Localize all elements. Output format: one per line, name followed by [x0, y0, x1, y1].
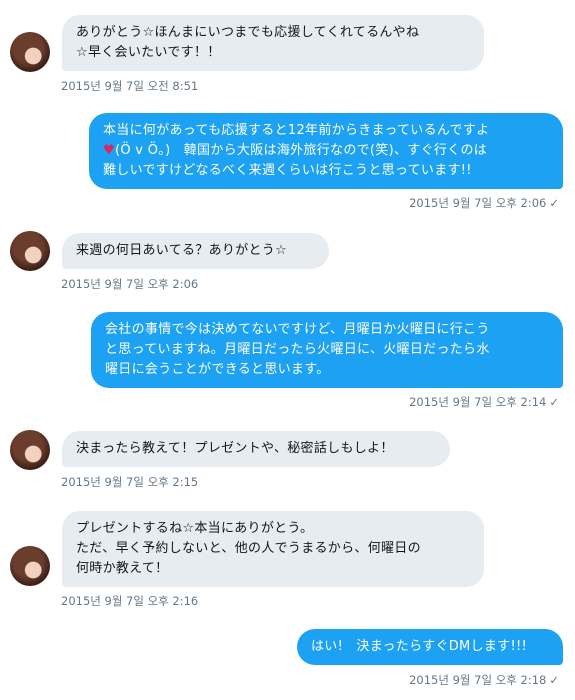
message-bubble-incoming: 決まったら教えて！プレゼントや、秘密話しもしよ！ — [62, 431, 450, 467]
message-bubble-incoming: プレゼントするね☆本当にありがとう。 ただ、早く予約しないと、他の人でうまるから… — [62, 511, 484, 587]
message-bubble-outgoing: 本当に何があっても応援すると12年前からきまっているんですよ ♥(Ö v Ö。)… — [89, 113, 563, 189]
avatar[interactable] — [10, 546, 50, 586]
heart-icon: ♥ — [103, 143, 115, 158]
message-bubble-outgoing: はい! 決まったらすぐDMします!!! — [297, 629, 563, 665]
message-bubble-incoming: ありがとう☆ほんまにいつまでも応援してくれてるんやね ☆早く会いたいです！！ — [62, 15, 484, 71]
message-bubble-incoming: 来週の何日あいてる？ありがとう☆ — [62, 233, 329, 269]
avatar[interactable] — [10, 32, 50, 72]
message-timestamp: 2015년 9월 7일 오후 2:06 — [61, 277, 199, 291]
message-timestamp: 2015년 9월 7일 오전 8:51 — [61, 79, 199, 93]
message-timestamp: 2015년 9월 7일 오후 2:06 ✓ — [409, 195, 559, 211]
message-timestamp: 2015년 9월 7일 오후 2:16 — [61, 594, 199, 608]
timestamp-text: 2015년 9월 7일 오후 2:18 — [409, 673, 547, 687]
message-bubble-outgoing: 会社の事情で今は決めてないですけど、月曜日か火曜日に行こう と思っていますね。月… — [91, 312, 563, 388]
message-timestamp: 2015년 9월 7일 오후 2:18 ✓ — [409, 672, 559, 688]
avatar[interactable] — [10, 430, 50, 470]
check-icon: ✓ — [549, 673, 559, 687]
timestamp-text: 2015년 9월 7일 오후 2:06 — [409, 196, 547, 210]
message-text: 本当に何があっても応援すると12年前からきまっているんですよ — [103, 123, 490, 138]
message-timestamp: 2015년 9월 7일 오후 2:14 ✓ — [409, 394, 559, 410]
message-timestamp: 2015년 9월 7일 오후 2:15 — [61, 475, 199, 489]
avatar[interactable] — [10, 231, 50, 271]
check-icon: ✓ — [549, 395, 559, 409]
timestamp-text: 2015년 9월 7일 오후 2:14 — [409, 395, 547, 409]
check-icon: ✓ — [549, 196, 559, 210]
message-text: (Ö v Ö。) 韓国から大阪は海外旅行なので(笑)、すぐ行くのは 難しいですけ… — [103, 143, 488, 178]
